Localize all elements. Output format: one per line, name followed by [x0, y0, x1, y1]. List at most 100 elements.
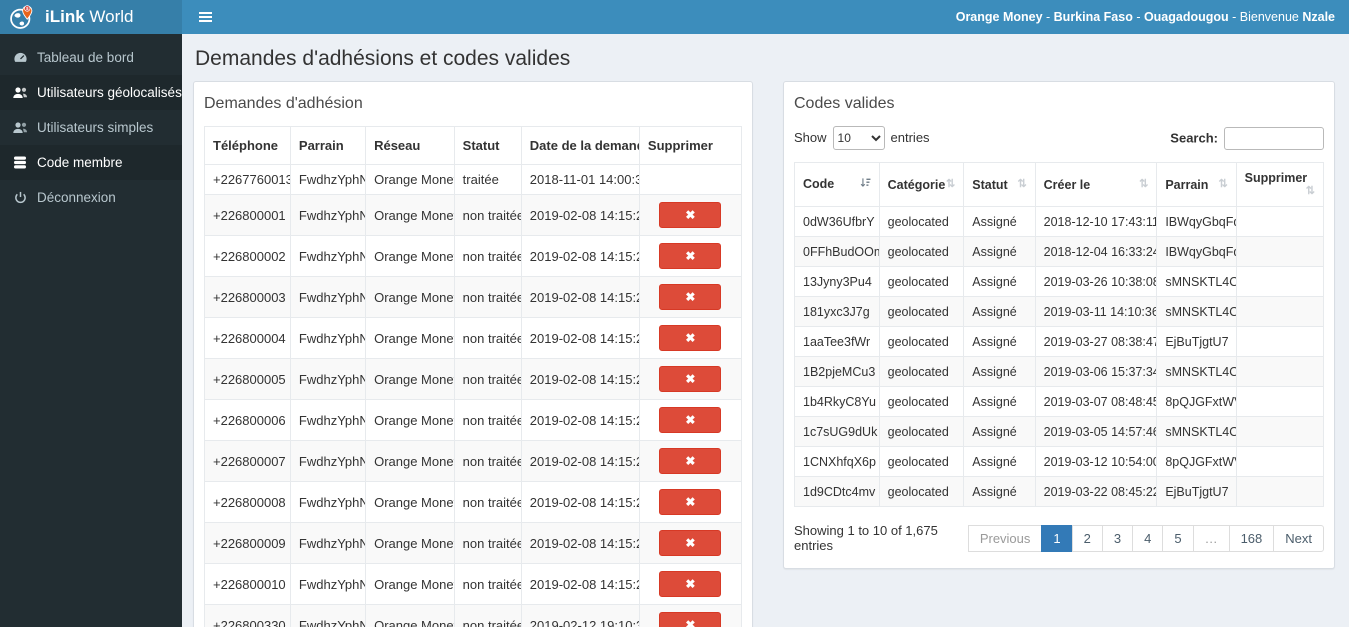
statut-cell: non traitée: [453, 604, 522, 627]
delete-request-button[interactable]: ✖: [659, 202, 722, 228]
table-row: +226800005 FwdhzYphN9 Orange Money non t…: [204, 358, 743, 400]
pagination-button[interactable]: 5: [1162, 524, 1194, 552]
phone-cell: +226800010: [204, 563, 291, 605]
date-cell: 2019-02-08 14:15:26: [520, 399, 640, 441]
welcome-text: Bienvenue: [1239, 10, 1303, 24]
phone-cell: +226800002: [204, 235, 291, 277]
x-icon: ✖: [685, 413, 696, 427]
parrain-cell: IBWqyGbqFd: [1156, 206, 1237, 237]
parrain-cell: FwdhzYphN9: [289, 164, 367, 195]
date-cell: 2019-02-08 14:15:26: [520, 235, 640, 277]
delete-request-button[interactable]: ✖: [659, 489, 722, 515]
sidebar-item-deconnexion[interactable]: Déconnexion: [0, 180, 182, 215]
database-icon: [12, 156, 28, 169]
pagination-button[interactable]: Previous: [967, 524, 1043, 552]
datatable-controls: Show 10 entries Search:: [784, 126, 1334, 162]
sidebar-toggle-icon[interactable]: [193, 6, 218, 28]
pagination-button[interactable]: 3: [1101, 524, 1134, 552]
table-row: +226800006 FwdhzYphN9 Orange Money non t…: [204, 399, 743, 441]
users-icon: [12, 86, 28, 99]
pagination-button[interactable]: Next: [1273, 524, 1324, 552]
column-header: Téléphone: [204, 126, 291, 165]
table-row: 13Jyny3Pu4 geolocated Assigné 2019-03-26…: [794, 266, 1325, 297]
delete-request-button[interactable]: ✖: [659, 407, 722, 433]
date-cell: 2019-02-08 14:15:26: [520, 440, 640, 482]
sidebar-item-label: Utilisateurs simples: [37, 120, 154, 135]
code-cell: 1B2pjeMCu3: [794, 356, 880, 387]
action-cell: ✖: [638, 235, 743, 277]
sidebar-item-code-membre[interactable]: Code membre: [0, 145, 182, 180]
delete-request-button[interactable]: ✖: [659, 448, 722, 474]
sidebar-item-label: Code membre: [37, 155, 123, 170]
sidebar-item-utilisateurs-geolocalises[interactable]: Utilisateurs géolocalisés: [0, 75, 182, 110]
parrain-cell: FwdhzYphN9: [289, 235, 367, 277]
parrain-cell: FwdhzYphN9: [289, 399, 367, 441]
pagination-button[interactable]: 168: [1228, 524, 1275, 552]
delete-request-button[interactable]: ✖: [659, 571, 722, 597]
pagination-button[interactable]: …: [1192, 524, 1230, 552]
statut-cell: non traitée: [453, 563, 522, 605]
parrain-cell: IBWqyGbqFd: [1156, 236, 1237, 267]
x-icon: ✖: [685, 249, 696, 263]
statut-cell: Assigné: [963, 266, 1036, 297]
parrain-cell: EjBuTjgtU7: [1156, 476, 1237, 507]
statut-cell: Assigné: [963, 386, 1036, 417]
search-input[interactable]: [1224, 126, 1324, 150]
sidebar-item-tableau-de-bord[interactable]: Tableau de bord: [0, 40, 182, 75]
code-cell: 13Jyny3Pu4: [794, 266, 880, 297]
delete-request-button[interactable]: ✖: [659, 325, 722, 351]
action-cell: [1235, 416, 1325, 447]
cree-le-cell: 2019-03-12 10:54:00: [1034, 446, 1158, 477]
action-cell: ✖: [638, 522, 743, 564]
page-length-select[interactable]: 10: [832, 126, 885, 150]
sortable-column-header[interactable]: Code: [794, 162, 880, 207]
reseau-cell: Orange Money: [365, 276, 455, 318]
pagination-button[interactable]: 1: [1041, 524, 1073, 552]
table-header-row: Téléphone Parrain Réseau Statut Date de la d…: [204, 126, 743, 165]
code-cell: 1aaTee3fWr: [794, 326, 880, 357]
cree-le-cell: 2019-03-22 08:45:22: [1034, 476, 1158, 507]
table-row: +226800007 FwdhzYphN9 Orange Money non t…: [204, 440, 743, 482]
username: Nzale: [1302, 10, 1335, 24]
reseau-cell: Orange Money: [365, 563, 455, 605]
action-cell: ✖: [638, 317, 743, 359]
statut-cell: Assigné: [963, 416, 1036, 447]
delete-request-button[interactable]: ✖: [659, 366, 722, 392]
delete-request-button[interactable]: ✖: [659, 530, 722, 556]
country-name: Burkina Faso: [1053, 10, 1133, 24]
sortable-column-header[interactable]: Créer le ⇅: [1034, 162, 1158, 207]
parrain-cell: FwdhzYphN9: [289, 276, 367, 318]
delete-request-button[interactable]: ✖: [659, 243, 722, 269]
table-row: 1CNXhfqX6p geolocated Assigné 2019-03-12…: [794, 446, 1325, 477]
phone-cell: +226800006: [204, 399, 291, 441]
cree-le-cell: 2018-12-10 17:43:11: [1034, 206, 1158, 237]
action-cell: [1235, 446, 1325, 477]
action-cell: [1235, 296, 1325, 327]
sortable-column-header[interactable]: Catégorie ⇅: [878, 162, 965, 207]
sortable-column-header[interactable]: Parrain ⇅: [1156, 162, 1237, 207]
code-cell: 0dW36UfbrY: [794, 206, 880, 237]
brand-logo[interactable]: $ iLink World: [0, 0, 182, 34]
action-cell: ✖: [638, 358, 743, 400]
phone-cell: +226800001: [204, 194, 291, 236]
parrain-cell: FwdhzYphN9: [289, 194, 367, 236]
date-cell: 2019-02-08 14:15:26: [520, 522, 640, 564]
delete-request-button[interactable]: ✖: [659, 612, 722, 627]
operator-name: Orange Money: [955, 10, 1043, 24]
categorie-cell: geolocated: [878, 206, 965, 237]
parrain-cell: EjBuTjgtU7: [1156, 326, 1237, 357]
code-cell: 181yxc3J7g: [794, 296, 880, 327]
reseau-cell: Orange Money: [365, 194, 455, 236]
sortable-column-header[interactable]: Statut ⇅: [963, 162, 1036, 207]
action-cell: ✖: [638, 563, 743, 605]
table-row: +226800010 FwdhzYphN9 Orange Money non t…: [204, 563, 743, 605]
categorie-cell: geolocated: [878, 266, 965, 297]
column-header: Réseau: [365, 126, 455, 165]
action-cell: [1235, 356, 1325, 387]
statut-cell: Assigné: [963, 296, 1036, 327]
sidebar-item-utilisateurs-simples[interactable]: Utilisateurs simples: [0, 110, 182, 145]
sortable-column-header[interactable]: Supprimer ⇅: [1235, 162, 1325, 207]
delete-request-button[interactable]: ✖: [659, 284, 722, 310]
pagination-button[interactable]: 2: [1071, 524, 1103, 552]
pagination-button[interactable]: 4: [1132, 524, 1164, 552]
